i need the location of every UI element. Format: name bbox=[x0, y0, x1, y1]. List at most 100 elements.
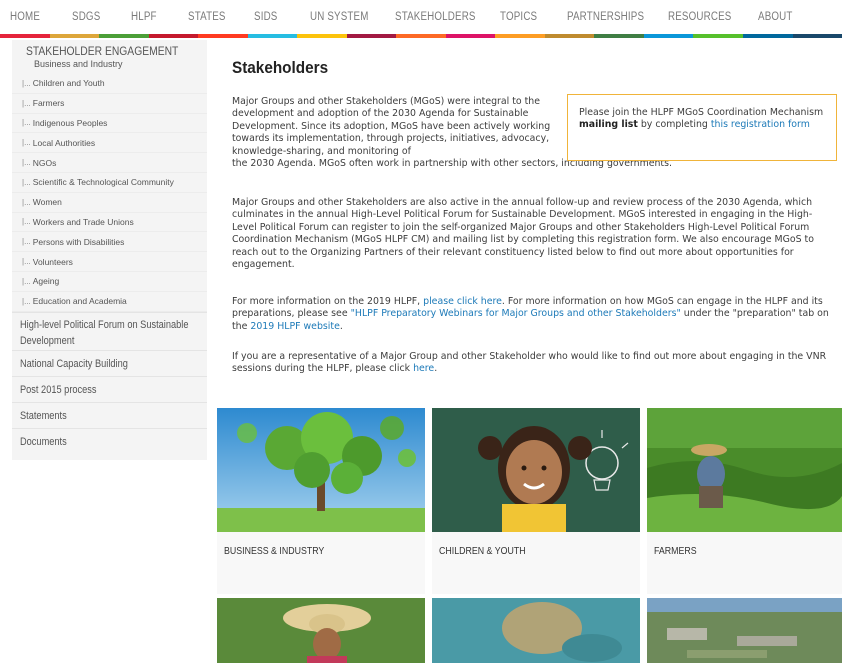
sidebar-item-label: Farmers bbox=[32, 98, 65, 109]
sidebar-children: |... Children and Youth |... Farmers |... Ind… bbox=[12, 74, 207, 312]
tree-connector: |... bbox=[22, 78, 31, 88]
sidebar-main-item-label: National Capacity Building bbox=[20, 357, 128, 370]
card-label: BUSINESS & INDUSTRY bbox=[224, 545, 325, 557]
nav-item-sdgs[interactable]: SDGS bbox=[72, 11, 100, 23]
webinars-link[interactable]: "HLPF Preparatory Webinars for Major Gro… bbox=[351, 308, 681, 319]
info-text-d: . bbox=[339, 320, 343, 332]
sidebar-item-label: Ageing bbox=[32, 276, 60, 287]
info-text-a: For more information on the 2019 HLPF, bbox=[232, 296, 421, 307]
card-ngos[interactable] bbox=[647, 598, 842, 663]
sidebar-item-ngos[interactable]: |... NGOs bbox=[12, 153, 207, 173]
sidebar-title[interactable]: STAKEHOLDER ENGAGEMENT bbox=[26, 44, 182, 58]
nav-item-about[interactable]: ABOUT bbox=[758, 11, 793, 23]
tree-connector: |... bbox=[22, 118, 31, 128]
tree-connector: |... bbox=[22, 296, 31, 306]
card-farmers[interactable]: FARMERS bbox=[647, 408, 842, 594]
sidebar-main-item-label: High-level Political Forum on Sustainabl… bbox=[20, 318, 189, 347]
sidebar-main-item-label: Statements bbox=[20, 409, 67, 422]
nav-item-topics[interactable]: TOPICS bbox=[500, 11, 537, 23]
sidebar-item-label: Women bbox=[32, 197, 62, 208]
sdg-stripe-segment bbox=[198, 34, 248, 38]
sidebar-header: STAKEHOLDER ENGAGEMENT Business and Indu… bbox=[12, 40, 207, 74]
callout-text-a: Please join the HLPF MGoS Coordination M… bbox=[579, 107, 824, 118]
sidebar-item-label: NGOs bbox=[32, 157, 57, 168]
nav-item-hlpf[interactable]: HLPF bbox=[131, 11, 157, 23]
intro-paragraph: Major Groups and other Stakeholders (MGo… bbox=[232, 96, 672, 170]
sidebar-item-local-authorities[interactable]: |... Local Authorities bbox=[12, 133, 207, 154]
nav-item-partnerships[interactable]: PARTNERSHIPS bbox=[567, 11, 644, 23]
vnr-paragraph: If you are a representative of a Major G… bbox=[232, 351, 832, 376]
vnr-here-link[interactable]: here bbox=[413, 363, 434, 374]
sidebar-main-items: High-level Political Forum on Sustainabl… bbox=[12, 311, 207, 454]
sdg-stripe-segment bbox=[247, 34, 298, 38]
sidebar-item-persons-with-disabilities[interactable]: |... Persons with Disabilities bbox=[12, 232, 207, 253]
sidebar-item-label: Indigenous Peoples bbox=[32, 117, 108, 128]
card-children-youth[interactable]: CHILDREN & YOUTH bbox=[432, 408, 640, 594]
nav-item-sids[interactable]: SIDS bbox=[254, 11, 278, 23]
please-click-here-link[interactable]: please click here bbox=[423, 296, 502, 307]
business-industry-image bbox=[217, 408, 425, 532]
sidebar-item-label: Scientific & Technological Community bbox=[32, 177, 174, 188]
tree-connector: |... bbox=[22, 138, 31, 148]
card-local-authorities[interactable] bbox=[432, 598, 640, 663]
vnr-text-end: . bbox=[434, 363, 438, 375]
sidebar-item-women[interactable]: |... Women bbox=[12, 193, 207, 213]
nav-item-resources[interactable]: RESOURCES bbox=[668, 11, 731, 23]
sidebar-item-label: Workers and Trade Unions bbox=[32, 216, 134, 227]
info-paragraph: For more information on the 2019 HLPF, p… bbox=[232, 296, 832, 333]
hlpf-paragraph: Major Groups and other Stakeholders are … bbox=[232, 197, 814, 271]
sdg-stripe-segment bbox=[643, 34, 694, 38]
sidebar-item-volunteers[interactable]: |... Volunteers bbox=[12, 252, 207, 272]
page-title: Stakeholders bbox=[232, 58, 329, 77]
sidebar-main-item-documents[interactable]: Documents bbox=[12, 427, 207, 454]
sdg-stripe-segment bbox=[693, 34, 743, 38]
sidebar-main-item-post-2015-process[interactable]: Post 2015 process bbox=[12, 375, 207, 402]
farmers-image bbox=[647, 408, 842, 532]
children-youth-image bbox=[432, 408, 640, 532]
sdg-stripe-segment bbox=[495, 34, 545, 38]
tree-connector: |... bbox=[22, 98, 31, 108]
local-authorities-image bbox=[432, 598, 640, 663]
hlpf-website-link[interactable]: 2019 HLPF website bbox=[250, 321, 339, 332]
sdg-color-stripe bbox=[0, 34, 842, 38]
sidebar-main-item-high-level-political-forum-on-sustainable-development[interactable]: High-level Political Forum on Sustainabl… bbox=[12, 311, 207, 350]
sidebar-item-label: Local Authorities bbox=[32, 137, 96, 148]
sidebar-item-scientific-technological-community[interactable]: |... Scientific & Technological Community bbox=[12, 173, 207, 193]
registration-form-link[interactable]: this registration form bbox=[711, 119, 810, 130]
nav-item-states[interactable]: STATES bbox=[188, 11, 226, 23]
sdg-stripe-segment bbox=[297, 34, 347, 38]
nav-item-stakeholders[interactable]: STAKEHOLDERS bbox=[395, 11, 476, 23]
indigenous-peoples-image bbox=[217, 598, 425, 663]
card-indigenous-peoples[interactable] bbox=[217, 598, 425, 663]
callout-text-b: by completing bbox=[640, 119, 708, 131]
sidebar-item-farmers[interactable]: |... Farmers bbox=[12, 94, 207, 114]
sidebar-item-children-and-youth[interactable]: |... Children and Youth bbox=[12, 74, 207, 94]
sdg-stripe-segment bbox=[742, 34, 793, 38]
tree-connector: |... bbox=[22, 217, 31, 227]
mailing-list-callout: Please join the HLPF MGoS Coordination M… bbox=[567, 94, 837, 161]
sidebar-main-item-national-capacity-building[interactable]: National Capacity Building bbox=[12, 349, 207, 376]
sdg-stripe-segment bbox=[0, 34, 50, 38]
intro-text: Major Groups and other Stakeholders (MGo… bbox=[232, 96, 551, 157]
card-label: FARMERS bbox=[654, 545, 697, 557]
sdg-stripe-segment bbox=[99, 34, 149, 38]
sidebar-item-workers-and-trade-unions[interactable]: |... Workers and Trade Unions bbox=[12, 213, 207, 233]
nav-item-home[interactable]: HOME bbox=[10, 11, 40, 23]
sidebar-item-ageing[interactable]: |... Ageing bbox=[12, 272, 207, 292]
top-navigation: HOME SDGS HLPF STATES SIDS UN SYSTEM STAKEHOLD… bbox=[0, 0, 842, 38]
sdg-stripe-segment bbox=[148, 34, 199, 38]
tree-connector: |... bbox=[22, 197, 31, 207]
tree-connector: |... bbox=[22, 237, 31, 247]
sidebar-item-business-and-industry[interactable]: Business and Industry bbox=[26, 59, 207, 69]
tree-connector: |... bbox=[22, 257, 31, 267]
sidebar: STAKEHOLDER ENGAGEMENT Business and Indu… bbox=[12, 40, 207, 460]
sidebar-main-item-label: Post 2015 process bbox=[20, 383, 97, 396]
card-business-industry[interactable]: BUSINESS & INDUSTRY bbox=[217, 408, 425, 594]
nav-item-un-system[interactable]: UN SYSTEM bbox=[310, 11, 369, 23]
sidebar-item-education-and-academia[interactable]: |... Education and Academia bbox=[12, 292, 207, 312]
sidebar-main-item-statements[interactable]: Statements bbox=[12, 401, 207, 428]
sidebar-item-label: Persons with Disabilities bbox=[32, 236, 125, 247]
tree-connector: |... bbox=[22, 158, 31, 168]
sidebar-item-indigenous-peoples[interactable]: |... Indigenous Peoples bbox=[12, 114, 207, 134]
callout-mailing-list: mailing list bbox=[579, 119, 638, 131]
